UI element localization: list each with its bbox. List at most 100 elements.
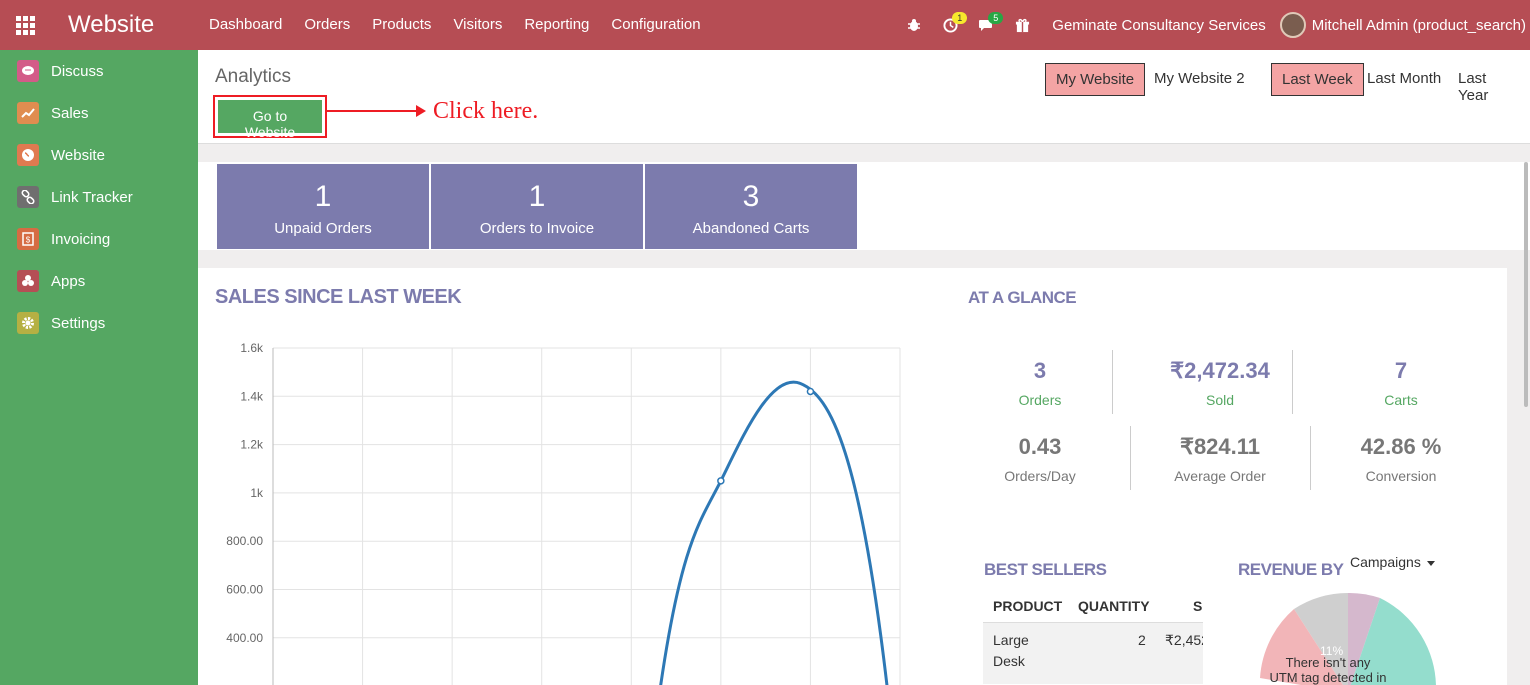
menu-orders[interactable]: Orders [293, 0, 361, 50]
go-to-website-button[interactable]: Go to Website [218, 100, 322, 140]
kpi-label: Abandoned Carts [692, 220, 810, 237]
bug-icon[interactable] [896, 0, 932, 50]
sidebar-item-website[interactable]: Website [0, 134, 198, 176]
period-filter-last-year[interactable]: Last Year [1448, 63, 1530, 111]
sidebar-item-label: Settings [51, 314, 106, 332]
glance-conversion: 42.86 % Conversion [1321, 434, 1481, 484]
menu-dashboard[interactable]: Dashboard [198, 0, 293, 50]
sidebar-item-discuss[interactable]: Discuss [0, 50, 198, 92]
website-filter-my-website[interactable]: My Website [1045, 63, 1146, 96]
glance-value: 7 [1394, 358, 1408, 383]
systray: 1 5 Geminate Consultancy Services Mitche… [896, 0, 1530, 50]
kpi-abandoned-carts[interactable]: 3 Abandoned Carts [645, 164, 857, 249]
apps-sidebar: Discuss Sales Website Link Tracker $ Inv… [0, 50, 198, 685]
glance-average-order: ₹824.11 Average Order [1140, 434, 1300, 484]
control-panel: Analytics Go to Website Click here. My W… [198, 50, 1530, 144]
link-icon [17, 186, 39, 208]
svg-text:$: $ [26, 236, 31, 245]
divider [1130, 426, 1131, 490]
website-filter-my-website-2[interactable]: My Website 2 [1144, 63, 1255, 94]
apps-cubes-icon [17, 270, 39, 292]
glance-carts: 7 Carts [1321, 358, 1481, 408]
best-sellers-title: BEST SELLERS [984, 560, 1107, 579]
data-point [806, 387, 815, 396]
kpi-label: Unpaid Orders [274, 220, 372, 237]
main-content: Analytics Go to Website Click here. My W… [198, 50, 1530, 685]
sidebar-item-label: Link Tracker [51, 188, 133, 206]
glance-orders-per-day: 0.43 Orders/Day [960, 434, 1120, 484]
line-chart-icon [17, 102, 39, 124]
app-switcher-icon[interactable] [0, 0, 50, 50]
kpi-value: 1 [528, 180, 546, 213]
period-filter-last-week[interactable]: Last Week [1271, 63, 1364, 96]
menu-visitors[interactable]: Visitors [442, 0, 513, 50]
globe-icon [17, 144, 39, 166]
main-menu: Dashboard Orders Products Visitors Repor… [198, 0, 712, 50]
annotation-arrow [326, 105, 426, 117]
product-cell: Desk [993, 653, 1025, 669]
empty-message-line: UTM tag detected in orders [1269, 670, 1387, 685]
kpi-row: 1 Unpaid Orders 1 Orders to Invoice 3 Ab… [198, 162, 1530, 250]
column-header: PRODUCT [993, 598, 1063, 614]
dashboard-panel: SALES SINCE LAST WEEK 1.6k 1.4k 1.2k 1k 800.… [198, 268, 1507, 685]
activity-badge: 1 [952, 12, 968, 24]
sidebar-item-sales[interactable]: Sales [0, 92, 198, 134]
glance-orders: 3 Orders [960, 358, 1120, 408]
glance-label: Sold [1205, 392, 1235, 408]
data-point [717, 477, 725, 485]
kpi-value: 1 [314, 180, 332, 213]
glance-sold: ₹2,472.34 Sold [1140, 358, 1300, 408]
sold-cell: ₹2,452 [1165, 632, 1203, 648]
sales-title: SALES SINCE LAST WEEK [215, 286, 462, 308]
y-tick-label: 400.00 [226, 631, 263, 645]
kpi-unpaid-orders[interactable]: 1 Unpaid Orders [217, 164, 429, 249]
gear-icon [17, 312, 39, 334]
app-title: Website [68, 11, 155, 38]
sidebar-item-settings[interactable]: Settings [0, 302, 198, 344]
glance-value: ₹2,472.34 [1170, 358, 1270, 383]
y-tick-label: 1.4k [240, 389, 264, 403]
glance-label: Orders/Day [1004, 468, 1076, 484]
quantity-cell: 2 [1138, 632, 1146, 648]
empty-message-line: There isn't any [1285, 655, 1371, 670]
messages-badge: 5 [988, 12, 1004, 24]
sidebar-item-link-tracker[interactable]: Link Tracker [0, 176, 198, 218]
period-filter-last-month[interactable]: Last Month [1357, 63, 1451, 94]
menu-configuration[interactable]: Configuration [600, 0, 711, 50]
empty-utm-message: There isn't any UTM tag detected in orde… [1258, 655, 1398, 685]
sidebar-item-invoicing[interactable]: $ Invoicing [0, 218, 198, 260]
page-scrollbar[interactable] [1524, 162, 1528, 407]
user-menu[interactable]: Mitchell Admin (product_search) [1312, 17, 1530, 34]
glance-label: Carts [1384, 392, 1418, 408]
divider [1292, 350, 1293, 414]
glance-label: Orders [1018, 392, 1062, 408]
kpi-orders-to-invoice[interactable]: 1 Orders to Invoice [431, 164, 643, 249]
menu-reporting[interactable]: Reporting [513, 0, 600, 50]
glance-label: Average Order [1174, 468, 1266, 484]
user-avatar[interactable] [1279, 12, 1306, 38]
glance-value: 42.86 % [1360, 434, 1442, 459]
revenue-dimension-dropdown[interactable]: Campaigns [1350, 554, 1435, 570]
column-header: QUANTITY [1078, 598, 1150, 614]
sidebar-item-label: Apps [51, 272, 86, 290]
y-tick-label: 1.2k [240, 438, 264, 452]
gift-icon[interactable] [1004, 0, 1040, 50]
messages-chat-icon[interactable]: 5 [968, 0, 1004, 50]
revenue-title: REVENUE BY [1238, 560, 1344, 579]
menu-products[interactable]: Products [361, 0, 442, 50]
glance-value: ₹824.11 [1179, 434, 1261, 459]
kpi-label: Orders to Invoice [479, 220, 595, 237]
table-row[interactable]: Large Desk 2 ₹2,452 [983, 622, 1203, 684]
sidebar-item-apps[interactable]: Apps [0, 260, 198, 302]
sidebar-item-label: Discuss [51, 62, 104, 80]
y-tick-label: 1k [250, 486, 264, 500]
company-switcher[interactable]: Geminate Consultancy Services [1040, 17, 1279, 34]
best-sellers-table: PRODUCT QUANTITY SO Large Desk 2 ₹2,452 [983, 588, 1203, 685]
top-navbar: Website Dashboard Orders Products Visito… [0, 0, 1530, 50]
column-header: SO [1193, 598, 1203, 614]
activity-clock-icon[interactable]: 1 [932, 0, 968, 50]
product-cell: Large [993, 632, 1029, 648]
sales-line-chart: 1.6k 1.4k 1.2k 1k 800.00 600.00 400.00 [226, 341, 901, 685]
glance-label: Conversion [1365, 468, 1437, 484]
glance-value: 0.43 [1018, 434, 1062, 459]
